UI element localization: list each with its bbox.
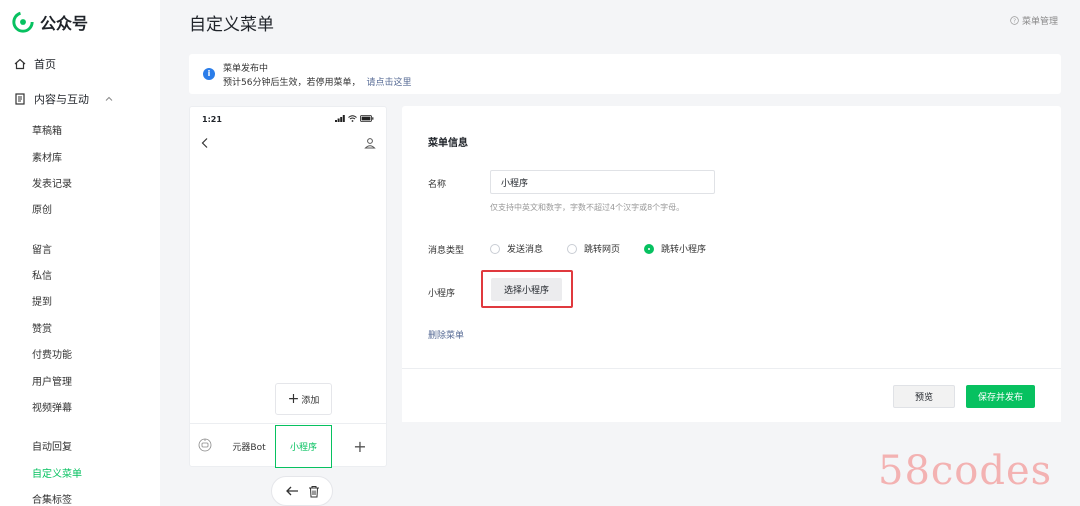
radio-send-message[interactable]: 发送消息 [490,242,543,255]
radio-jump-miniprogram[interactable]: 跳转小程序 [644,242,706,255]
sidebar-item-messages[interactable]: 私信 [32,267,52,282]
notice-title: 菜单发布中 [223,64,269,74]
notice-description: 预计56分钟后生效，若停用菜单， 请点击这里 [223,75,411,88]
phone-menu-bar: 元器Bot 小程序 + [190,423,386,468]
radio-circle [567,243,577,254]
miniprogram-label: 小程序 [428,289,456,299]
phone-status-bar [335,115,374,122]
select-miniprogram-button[interactable]: 选择小程序 [491,278,562,301]
trash-icon[interactable] [308,485,320,498]
menu-management-label: 菜单管理 [1021,17,1058,27]
menu-item-miniprogram-selected[interactable]: 小程序 [275,425,332,468]
menu-order-actions [271,476,333,506]
sidebar-group-label: 内容与互动 [34,93,89,106]
sidebar-item-danmaku[interactable]: 视频弹幕 [32,399,72,414]
user-icon[interactable] [364,137,376,149]
notice-text: 预计56分钟后生效，若停用菜单， [223,78,361,88]
logo[interactable]: 公众号 [12,10,88,34]
sidebar-item-comments[interactable]: 留言 [32,241,52,256]
preview-button[interactable]: 预览 [893,385,955,408]
wifi-icon [348,115,357,122]
save-publish-button[interactable]: 保存并发布 [966,385,1035,408]
info-icon: i [203,68,215,80]
phone-time: 1:21 [202,115,222,124]
add-submenu-label: 添加 [301,395,320,406]
sidebar: 公众号 首页 内容与互动 草稿箱 素材库 发表记录 原创 留言 私信 提到 赞赏… [0,0,160,506]
sidebar-item-custom-menu[interactable]: 自定义菜单 [32,465,82,480]
page-title: 自定义菜单 [189,15,274,35]
sidebar-item-users[interactable]: 用户管理 [32,373,72,388]
name-hint: 仅支持中英文和数字，字数不超过4个汉字或8个字母。 [490,203,685,212]
radio-jump-webpage[interactable]: 跳转网页 [567,242,620,255]
signal-icon [335,115,345,122]
sidebar-item-mentions[interactable]: 提到 [32,293,52,308]
sidebar-item-materials[interactable]: 素材库 [32,149,62,164]
menu-item-bot[interactable]: 元器Bot [222,424,276,468]
sidebar-item-rewards[interactable]: 赞赏 [32,320,52,335]
radio-circle [490,243,500,254]
action-footer: 预览 保存并发布 [402,368,1061,422]
brand-name: 公众号 [40,14,89,33]
sidebar-item-home[interactable]: 首页 [14,56,56,72]
menu-management-link[interactable]: ? 菜单管理 [1010,14,1058,27]
message-type-label: 消息类型 [428,246,465,256]
battery-icon [360,115,374,122]
keyboard-robot-icon[interactable] [197,436,213,452]
arrow-left-icon[interactable] [285,485,299,497]
phone-preview: 1:21 + 添加 元器Bot 小程序 + [189,106,387,468]
sidebar-item-publish-records[interactable]: 发表记录 [32,175,72,190]
sidebar-item-paid[interactable]: 付费功能 [32,346,72,361]
document-icon [15,93,25,105]
delete-menu-link[interactable]: 删除菜单 [428,328,464,341]
plus-icon: + [287,391,300,407]
add-menu-button[interactable]: + [340,424,380,468]
sidebar-item-original[interactable]: 原创 [32,201,52,216]
sidebar-item-label: 首页 [34,58,56,71]
notice-click-here-link[interactable]: 请点击这里 [366,78,411,88]
sidebar-item-collections[interactable]: 合集标签 [32,491,72,506]
radio-label: 跳转网页 [584,245,621,255]
name-label: 名称 [428,180,447,190]
question-circle-icon: ? [1010,16,1019,25]
watermark: 58codes [878,448,1053,494]
radio-label: 跳转小程序 [661,245,707,255]
sidebar-item-auto-reply[interactable]: 自动回复 [32,438,72,453]
sidebar-item-drafts[interactable]: 草稿箱 [32,122,62,137]
radio-label: 发送消息 [507,245,544,255]
add-submenu-button[interactable]: + 添加 [275,383,332,415]
radio-circle-selected [644,243,654,254]
home-icon [14,58,26,70]
publish-notice: i 菜单发布中 预计56分钟后生效，若停用菜单， 请点击这里 [189,54,1061,94]
chevron-up-icon [105,96,113,101]
back-arrow-icon[interactable] [200,137,210,149]
panel-title: 菜单信息 [428,138,468,149]
wechat-official-logo-icon [12,11,34,33]
sidebar-group-content[interactable]: 内容与互动 [14,91,113,107]
menu-name-input[interactable] [490,170,715,194]
svg-text:?: ? [1013,18,1016,24]
